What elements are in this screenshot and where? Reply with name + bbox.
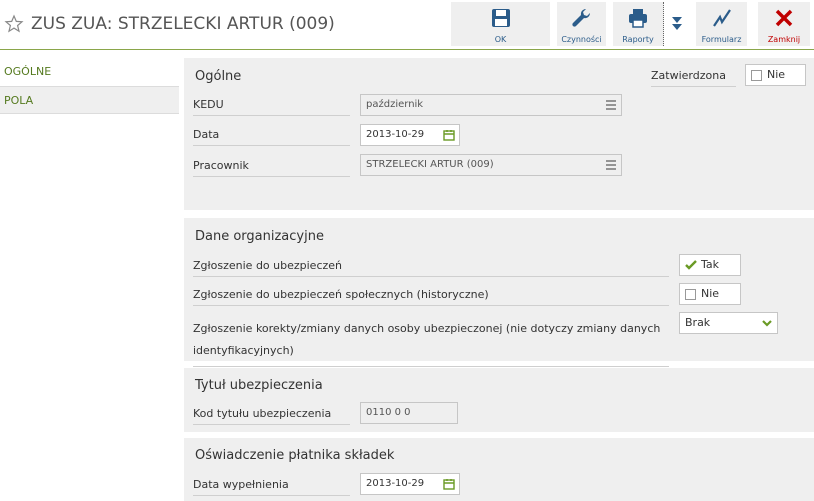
section-title: Oświadczenie płatnika składek	[195, 448, 395, 463]
section-tytul-ubezpieczenia: Tytuł ubezpieczenia Kod tytułu ubezpiecz…	[184, 368, 814, 432]
kedu-field[interactable]: październik	[360, 94, 622, 116]
nav-item-ogolne[interactable]: OGÓLNE	[0, 58, 179, 86]
korekta-label-line-2: identyfikacyjnych)	[193, 344, 294, 357]
data-wypelnienia-value: 2013-10-29	[366, 478, 425, 489]
section-title: Dane organizacyjne	[195, 229, 324, 244]
zgloszenie-hist-checkbox[interactable]: Nie	[679, 283, 741, 305]
czynnosci-label: Czynności	[561, 35, 602, 44]
kedu-label: KEDU	[193, 98, 350, 116]
zgloszenie-checkbox[interactable]: Tak	[679, 254, 741, 276]
section-oswiadczenie: Oświadczenie płatnika składek Data wypeł…	[184, 438, 814, 501]
kod-tytulu-field[interactable]: 0110 0 0	[360, 402, 458, 424]
zatwierdzona-checkbox[interactable]: Nie	[745, 64, 806, 86]
formularz-button[interactable]: Formularz	[696, 2, 747, 46]
zamknij-button[interactable]: Zamknij	[758, 2, 810, 46]
checkbox-text: Nie	[701, 287, 720, 300]
kedu-value: październik	[366, 99, 424, 110]
section-title: Ogólne	[195, 69, 242, 84]
raporty-label: Raporty	[622, 35, 654, 44]
calendar-icon[interactable]	[443, 478, 455, 490]
raporty-button[interactable]: Raporty	[613, 2, 664, 46]
czynnosci-button[interactable]: Czynności	[557, 2, 606, 46]
zgloszenie-label: Zgłoszenie do ubezpieczeń	[193, 259, 669, 277]
calendar-icon[interactable]	[443, 129, 455, 141]
data-wypelnienia-field[interactable]: 2013-10-29	[360, 473, 460, 495]
page-title: ZUS ZUA: STRZELECKI ARTUR (009)	[31, 14, 335, 34]
zamknij-label: Zamknij	[767, 35, 801, 44]
kod-tytulu-label: Kod tytułu ubezpieczenia	[193, 407, 350, 425]
check-icon	[685, 260, 697, 270]
close-icon	[775, 9, 793, 27]
checkbox-box	[751, 70, 762, 81]
data-value: 2013-10-29	[366, 129, 425, 140]
korekta-value: Brak	[685, 316, 711, 329]
section-dane-organizacyjne: Dane organizacyjne Zgłoszenie do ubezpie…	[184, 218, 814, 367]
list-icon[interactable]	[605, 99, 617, 111]
header-bar: ZUS ZUA: STRZELECKI ARTUR (009) OK Czynn…	[0, 0, 814, 50]
chevron-down-icon	[762, 320, 772, 327]
kod-tytulu-value: 0110 0 0	[366, 407, 411, 418]
data-field[interactable]: 2013-10-29	[360, 124, 460, 146]
checkbox-text: Nie	[767, 68, 786, 81]
star-icon[interactable]	[4, 14, 24, 34]
signature-icon	[712, 9, 731, 27]
ok-label: OK	[494, 35, 507, 44]
section-ogolne: Ogólne Zatwierdzona Nie KEDU październik…	[184, 58, 814, 210]
printer-icon	[629, 9, 647, 28]
more-button[interactable]	[665, 2, 689, 46]
wrench-icon	[571, 8, 590, 27]
data-wypelnienia-label: Data wypełnienia	[193, 478, 350, 496]
pracownik-field[interactable]: STRZELECKI ARTUR (009)	[360, 154, 622, 176]
korekta-select[interactable]: Brak	[679, 312, 778, 334]
korekta-label: Zgłoszenie korekty/zmiany danych osoby u…	[193, 318, 669, 367]
chevron-down-icon	[672, 17, 682, 30]
checkbox-text: Tak	[701, 258, 720, 271]
korekta-label-line-1: Zgłoszenie korekty/zmiany danych osoby u…	[193, 322, 661, 335]
section-title: Tytuł ubezpieczenia	[195, 378, 323, 393]
list-icon[interactable]	[605, 159, 617, 171]
pracownik-label: Pracownik	[193, 159, 350, 177]
ok-button[interactable]: OK	[451, 2, 550, 46]
save-icon	[491, 9, 510, 27]
data-label: Data	[193, 128, 350, 146]
pracownik-value: STRZELECKI ARTUR (009)	[366, 159, 494, 170]
zatwierdzona-label: Zatwierdzona	[651, 69, 736, 87]
nav-item-pola[interactable]: POLA	[0, 86, 179, 114]
zgloszenie-hist-label: Zgłoszenie do ubezpieczeń społecznych (h…	[193, 288, 669, 306]
checkbox-box	[685, 289, 696, 300]
side-nav: OGÓLNE POLA	[0, 58, 179, 114]
formularz-label: Formularz	[701, 35, 742, 44]
